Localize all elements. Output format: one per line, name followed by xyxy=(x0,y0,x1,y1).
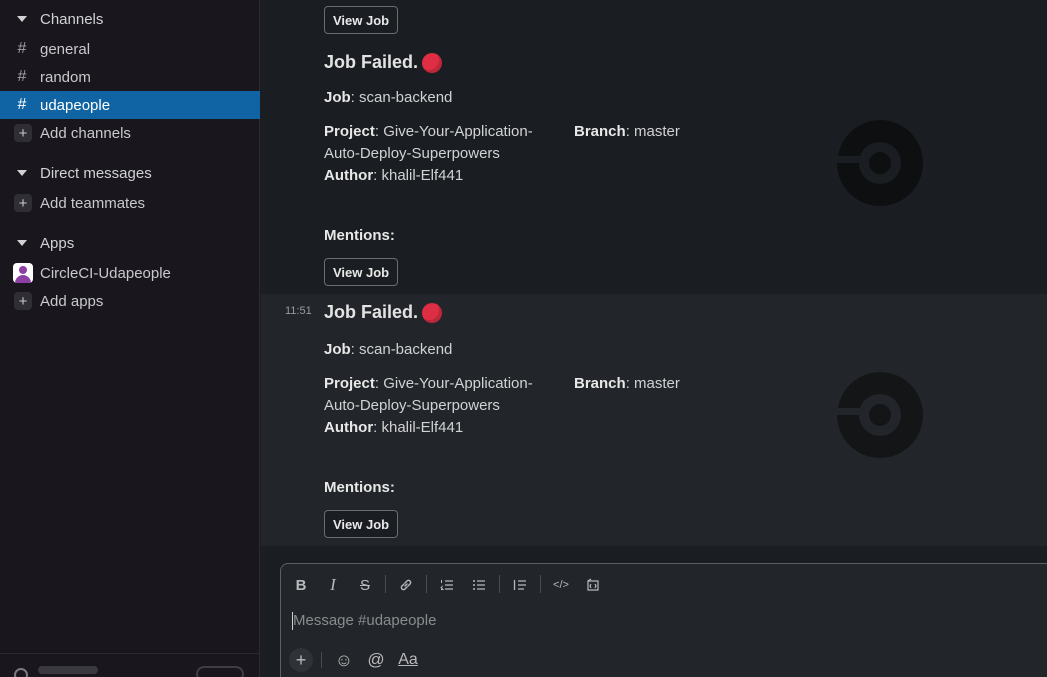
sidebar-item-udapeople[interactable]: # udapeople xyxy=(0,91,260,119)
mentions-line: Mentions: xyxy=(324,479,395,496)
add-channels-button[interactable]: + Add channels xyxy=(0,119,260,147)
caret-down-icon xyxy=(0,240,40,246)
hash-icon: # xyxy=(17,40,27,57)
caret-down-icon xyxy=(0,170,40,176)
sidebar-item-label: random xyxy=(40,68,91,86)
code-block-button[interactable] xyxy=(582,574,604,596)
app-avatar-icon xyxy=(13,263,33,283)
message-timestamp[interactable]: 11:51 xyxy=(285,305,312,317)
blockquote-button[interactable] xyxy=(509,574,531,596)
add-apps-button[interactable]: + Add apps xyxy=(0,287,260,315)
mention-button[interactable]: @ xyxy=(365,648,387,672)
channels-header-label: Channels xyxy=(40,10,104,28)
ordered-list-icon xyxy=(440,580,453,590)
add-teammates-button[interactable]: + Add teammates xyxy=(0,189,260,217)
sidebar-item-label: CircleCI-Udapeople xyxy=(40,264,171,282)
hash-icon: # xyxy=(17,96,27,113)
code-button[interactable]: </> xyxy=(550,574,572,596)
job-line: Job: scan-backend xyxy=(324,89,453,106)
dm-section-header[interactable]: Direct messages xyxy=(0,159,260,187)
red-circle-icon xyxy=(422,302,443,323)
link-button[interactable] xyxy=(395,574,417,596)
status-icon[interactable] xyxy=(14,668,28,677)
add-teammates-label: Add teammates xyxy=(40,194,146,212)
project-line-2: Auto-Deploy-Superpowers xyxy=(324,397,500,414)
add-apps-label: Add apps xyxy=(40,292,104,310)
branch-line: Branch: master xyxy=(574,123,680,140)
view-job-button[interactable]: View Job xyxy=(324,510,399,538)
italic-button[interactable]: I xyxy=(322,574,344,596)
message-input[interactable]: Message #udapeople xyxy=(293,612,436,629)
sidebar-item-circleci-app[interactable]: CircleCI-Udapeople xyxy=(0,259,260,287)
apps-section-header[interactable]: Apps xyxy=(0,229,260,257)
composer-area: B I S </> Message #udapeople + ☺ @ Aa xyxy=(261,546,1047,677)
sidebar-item-label: general xyxy=(40,40,91,58)
formatting-toggle-button[interactable]: Aa xyxy=(397,648,419,672)
message-card: 11:51 Job Failed. Job: scan-backend Proj… xyxy=(261,294,1047,546)
view-job-button[interactable]: View Job xyxy=(324,258,399,286)
link-icon xyxy=(400,579,412,591)
bulleted-list-icon xyxy=(473,580,485,590)
footer-text-placeholder xyxy=(38,666,98,674)
sidebar-footer xyxy=(0,653,260,677)
message-list[interactable]: View Job Job Failed. Job: scan-backend P… xyxy=(261,0,1047,546)
message-title: Job Failed. xyxy=(324,302,443,323)
add-channels-label: Add channels xyxy=(40,124,131,142)
channels-section-header[interactable]: Channels xyxy=(0,5,260,33)
apps-header-label: Apps xyxy=(40,234,75,252)
ordered-list-button[interactable] xyxy=(436,574,458,596)
slack-app: Channels # general # random # udapeople … xyxy=(0,0,1047,677)
bulleted-list-button[interactable] xyxy=(468,574,490,596)
sidebar: Channels # general # random # udapeople … xyxy=(0,0,260,677)
sidebar-item-general[interactable]: # general xyxy=(0,35,260,63)
caret-down-icon xyxy=(0,16,40,22)
plus-icon: + xyxy=(14,194,32,212)
emoji-button[interactable]: ☺ xyxy=(333,648,355,672)
attach-plus-button[interactable]: + xyxy=(289,648,313,672)
job-line: Job: scan-backend xyxy=(324,341,453,358)
author-line: Author: khalil-Elf441 xyxy=(324,167,464,184)
circleci-logo-icon xyxy=(837,372,923,458)
message-composer[interactable]: B I S </> Message #udapeople + ☺ @ Aa xyxy=(280,563,1047,677)
branch-line: Branch: master xyxy=(574,375,680,392)
red-circle-icon xyxy=(422,52,443,73)
plus-icon: + xyxy=(14,124,32,142)
message-card: Job Failed. Job: scan-backend Project: G… xyxy=(261,40,1047,294)
hash-icon: # xyxy=(17,68,27,85)
circleci-logo-icon xyxy=(837,120,923,206)
author-line: Author: khalil-Elf441 xyxy=(324,419,464,436)
plus-icon: + xyxy=(14,292,32,310)
code-block-icon xyxy=(587,578,599,591)
dm-header-label: Direct messages xyxy=(40,164,152,182)
blockquote-icon xyxy=(513,580,526,590)
message-title: Job Failed. xyxy=(324,52,443,73)
project-line: Project: Give-Your-Application- xyxy=(324,123,533,140)
sidebar-item-label: udapeople xyxy=(40,96,111,114)
bold-button[interactable]: B xyxy=(290,574,312,596)
mentions-line: Mentions: xyxy=(324,227,395,244)
project-line-2: Auto-Deploy-Superpowers xyxy=(324,145,500,162)
strikethrough-button[interactable]: S xyxy=(354,574,376,596)
toggle-switch[interactable] xyxy=(196,666,244,677)
view-job-button[interactable]: View Job xyxy=(324,6,399,34)
sidebar-item-random[interactable]: # random xyxy=(0,63,260,91)
project-line: Project: Give-Your-Application- xyxy=(324,375,533,392)
